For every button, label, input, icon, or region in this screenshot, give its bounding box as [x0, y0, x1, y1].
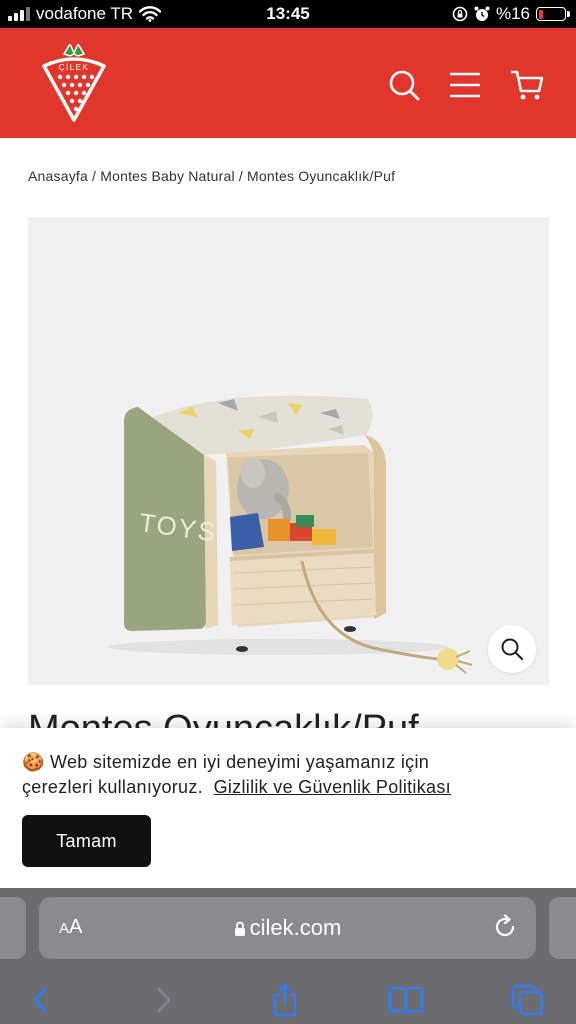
- cookie-text: 🍪 Web sitemizde en iyi deneyimi yaşamanı…: [22, 750, 552, 800]
- cookie-emoji-icon: 🍪: [22, 752, 45, 772]
- alarm-icon: [474, 6, 490, 21]
- bookmarks-button[interactable]: [388, 982, 424, 1018]
- back-button[interactable]: [22, 982, 58, 1018]
- address-bar[interactable]: AA cilek.com: [39, 897, 536, 959]
- screen-lock-icon: [452, 6, 468, 22]
- cookie-accept-button[interactable]: Tamam: [22, 815, 151, 867]
- cookie-text-line1: Web sitemizde en iyi deneyimi yaşamanız …: [50, 752, 430, 772]
- safari-toolbar: [0, 974, 576, 1024]
- share-button[interactable]: [267, 982, 303, 1018]
- bookmarks-icon: [388, 986, 424, 1015]
- battery-icon: [536, 7, 570, 21]
- cart-icon[interactable]: [510, 68, 544, 102]
- next-tab-preview[interactable]: [549, 897, 576, 959]
- zoom-icon: [501, 638, 524, 661]
- cilek-logo[interactable]: ÇİLEK: [40, 44, 108, 122]
- previous-tab-preview[interactable]: [0, 897, 26, 959]
- page: vodafone TR 13:45 %16 ÇİLEK Anasayfa / M…: [0, 0, 576, 1024]
- tabs-button[interactable]: [510, 982, 546, 1018]
- cookie-text-line2: çerezleri kullanıyoruz.: [22, 777, 203, 797]
- tabs-icon: [511, 984, 544, 1016]
- search-icon[interactable]: [387, 68, 421, 102]
- share-icon: [273, 983, 297, 1017]
- url-display[interactable]: cilek.com: [39, 915, 536, 941]
- privacy-policy-link[interactable]: Gizlilik ve Güvenlik Politikası: [214, 777, 451, 797]
- product-photo: TOYS: [108, 395, 473, 674]
- menu-icon[interactable]: [448, 68, 482, 102]
- status-right: %16: [452, 4, 570, 24]
- forward-button[interactable]: [146, 982, 182, 1018]
- product-image[interactable]: TOYS: [28, 217, 549, 685]
- status-bar: vodafone TR 13:45 %16: [0, 0, 576, 28]
- cookie-banner: 🍪 Web sitemizde en iyi deneyimi yaşamanı…: [0, 728, 576, 888]
- forward-icon: [157, 987, 171, 1013]
- back-icon: [33, 987, 47, 1013]
- reload-icon[interactable]: [492, 914, 518, 940]
- battery-percent: %16: [495, 4, 530, 23]
- site-header: ÇİLEK: [0, 28, 576, 138]
- logo-text: ÇİLEK: [59, 63, 90, 72]
- breadcrumb[interactable]: Anasayfa / Montes Baby Natural / Montes …: [28, 168, 395, 184]
- safari-bottom-bar: AA cilek.com: [0, 888, 576, 1024]
- lock-icon: [234, 921, 245, 936]
- zoom-button[interactable]: [488, 625, 536, 673]
- url-text: cilek.com: [249, 915, 342, 940]
